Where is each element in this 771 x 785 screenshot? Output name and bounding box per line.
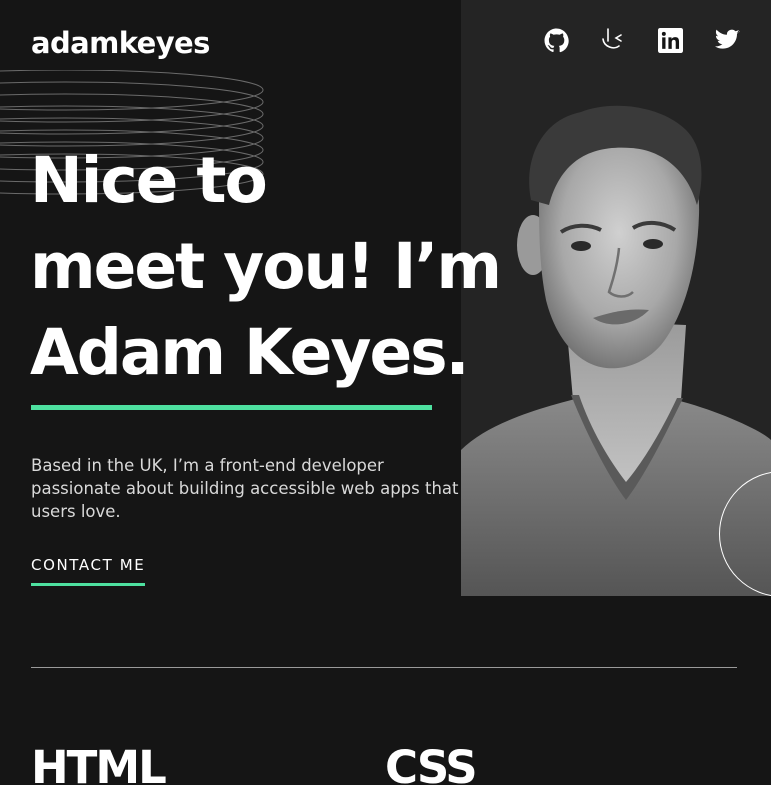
headline-line-1: Nice to: [30, 144, 268, 217]
hero-intro: Based in the UK, I’m a front-end develop…: [31, 456, 459, 521]
hero-headline: Nice to meet you! I’m Adam Keyes.: [30, 138, 502, 396]
linkedin-icon: [657, 27, 683, 53]
headline-line-3: Adam Keyes.: [30, 316, 470, 389]
skill-title-css: CSS: [385, 741, 478, 785]
github-link[interactable]: [542, 26, 570, 54]
contact-me-button[interactable]: CONTACT ME: [31, 556, 146, 586]
name-underline: [31, 405, 432, 410]
social-links: [513, 26, 741, 54]
twitter-link[interactable]: [713, 26, 741, 54]
frontend-mentor-icon: [600, 27, 626, 53]
headline-line-2: meet you! I’m: [30, 230, 502, 303]
site-logo[interactable]: adamkeyes: [31, 24, 210, 62]
linkedin-link[interactable]: [656, 26, 684, 54]
twitter-icon: [714, 29, 740, 51]
skill-title-html: HTML: [31, 741, 167, 785]
portfolio-page: adamkeyes Nice to meet you! I’m Adam Key…: [0, 0, 771, 785]
section-divider: [31, 667, 737, 668]
frontend-mentor-link[interactable]: [599, 26, 627, 54]
github-icon: [544, 28, 569, 53]
